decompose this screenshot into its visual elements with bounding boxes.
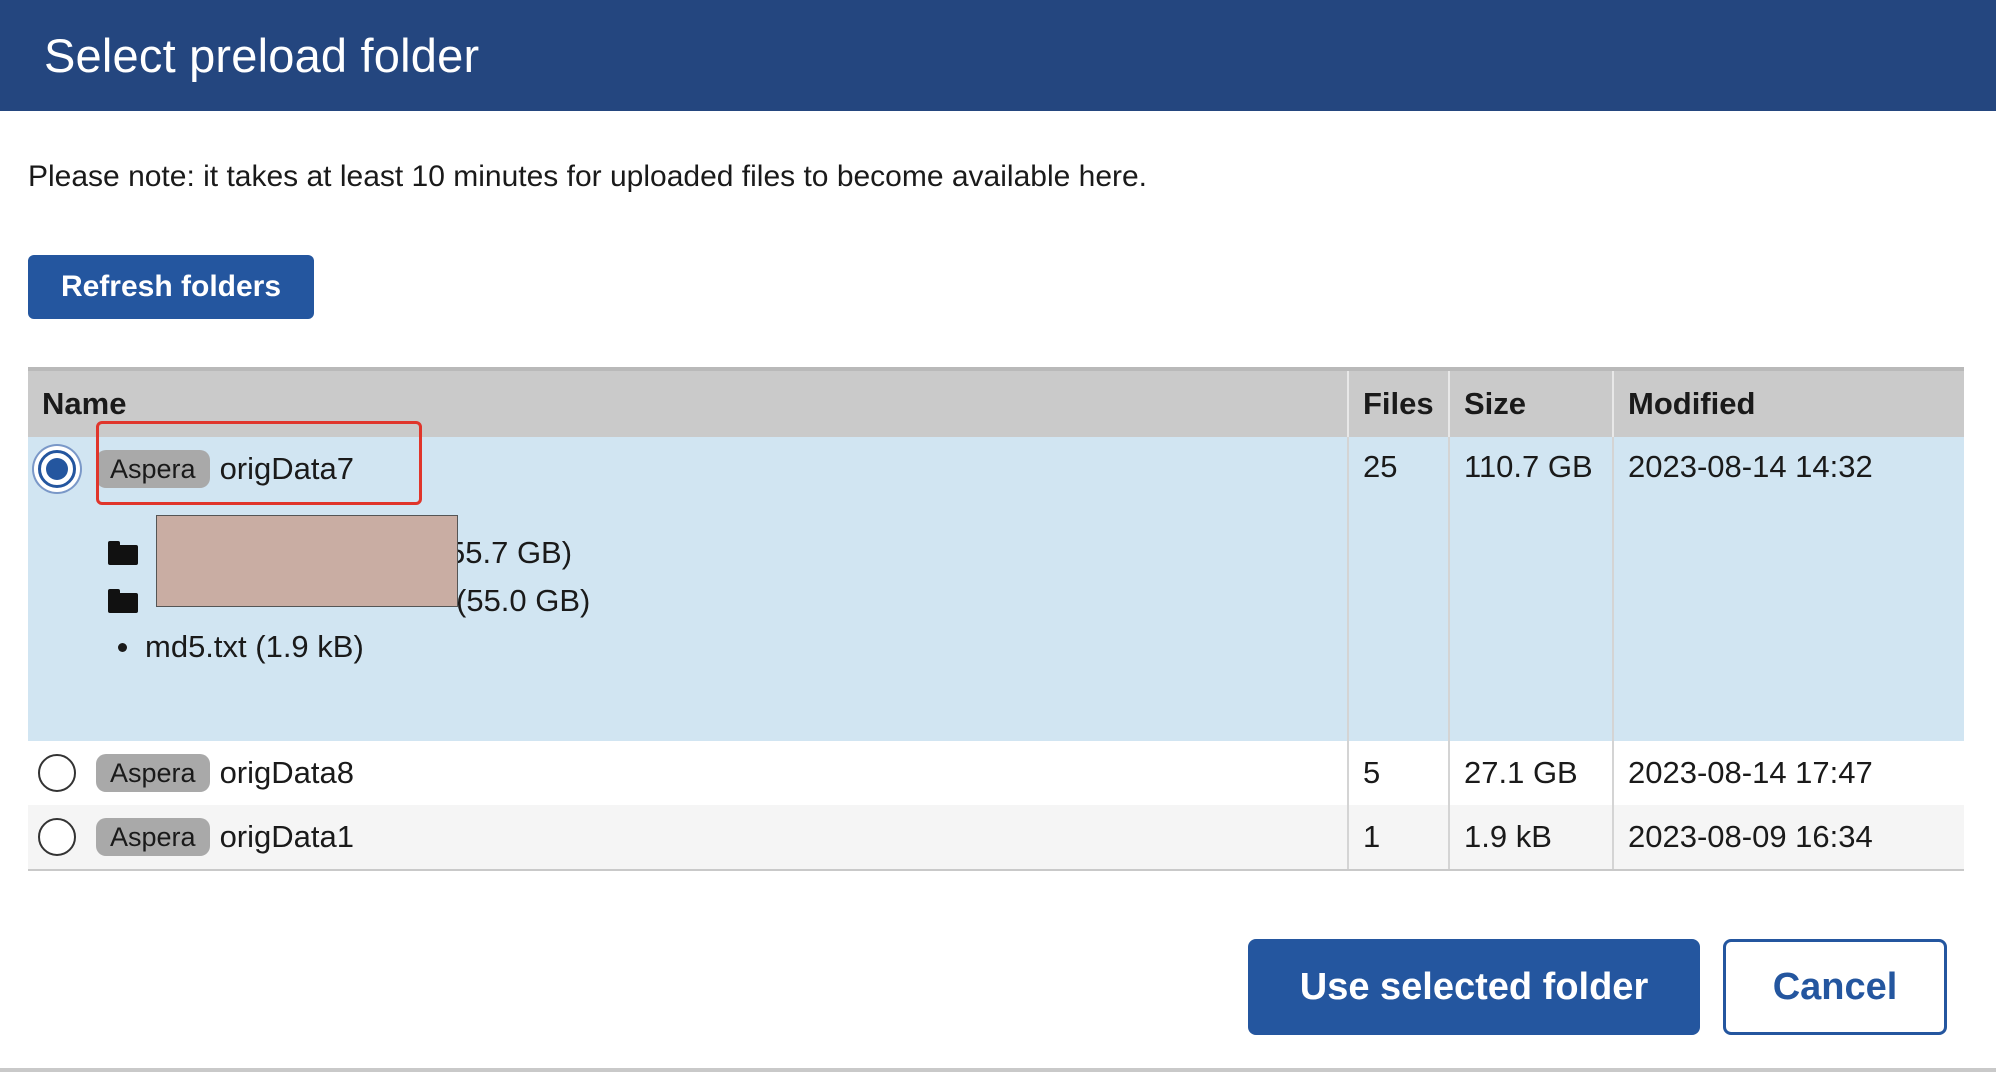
- table-row-origdata8[interactable]: Aspera origData8 5 27.1 GB 2023-08-14 17…: [28, 741, 1964, 805]
- file-label: md5.txt (1.9 kB): [145, 629, 364, 664]
- folder-icon: [108, 541, 138, 565]
- select-radio-origdata1[interactable]: [38, 818, 76, 856]
- folder-icon: [108, 589, 138, 613]
- name-cell: Aspera origData1: [28, 805, 1348, 871]
- folder-name: origData7: [219, 451, 354, 486]
- column-header-files[interactable]: Files: [1347, 369, 1449, 437]
- size-value: 110.7 GB: [1448, 437, 1613, 741]
- table-header-row: Name Files Size Modified: [28, 369, 1964, 437]
- use-selected-folder-button[interactable]: Use selected folder: [1248, 939, 1700, 1035]
- folder-name-line: Aspera origData1: [38, 805, 1333, 869]
- table-row-origdata7[interactable]: Aspera origData7 55.7 GB) (55.0 GB) md5.…: [28, 437, 1964, 741]
- dialog-header: Select preload folder: [0, 0, 1996, 111]
- aspera-badge: Aspera: [96, 754, 210, 792]
- column-header-name[interactable]: Name: [28, 369, 1348, 437]
- redacted-region: [156, 515, 458, 607]
- name-cell: Aspera origData8: [28, 741, 1348, 805]
- aspera-badge: Aspera: [96, 818, 210, 856]
- folder-contents: 55.7 GB) (55.0 GB) md5.txt (1.9 kB): [38, 501, 1333, 741]
- subfolder-size: (55.0 GB): [456, 583, 591, 618]
- modified-date: 2023-08-14 14:32: [1612, 437, 1964, 741]
- file-item: md5.txt (1.9 kB): [118, 629, 364, 665]
- preload-folder-dialog: Select preload folder Please note: it ta…: [0, 0, 1996, 1072]
- refresh-folders-button[interactable]: Refresh folders: [28, 255, 314, 319]
- availability-note: Please note: it takes at least 10 minute…: [28, 160, 1148, 193]
- aspera-badge: Aspera: [96, 450, 210, 488]
- files-count: 5: [1347, 741, 1449, 805]
- folder-name-line: Aspera origData8: [38, 741, 1333, 805]
- column-header-size[interactable]: Size: [1448, 369, 1613, 437]
- table-row-origdata1[interactable]: Aspera origData1 1 1.9 kB 2023-08-09 16:…: [28, 805, 1964, 871]
- select-radio-origdata7[interactable]: [38, 450, 76, 488]
- modified-date: 2023-08-14 17:47: [1612, 741, 1964, 805]
- files-count: 25: [1347, 437, 1449, 741]
- column-header-modified[interactable]: Modified: [1612, 369, 1964, 437]
- bullet-icon: [118, 642, 127, 652]
- modified-date: 2023-08-09 16:34: [1612, 805, 1964, 871]
- subfolder-size: 55.7 GB): [448, 535, 573, 570]
- name-cell: Aspera origData7 55.7 GB) (55.0 GB) md5.…: [28, 437, 1348, 741]
- folder-name-line: Aspera origData7: [38, 437, 1333, 501]
- select-radio-origdata8[interactable]: [38, 754, 76, 792]
- files-count: 1: [1347, 805, 1449, 871]
- cancel-button[interactable]: Cancel: [1723, 939, 1947, 1035]
- folder-name: origData8: [219, 755, 354, 790]
- dialog-title: Select preload folder: [44, 29, 480, 82]
- size-value: 27.1 GB: [1448, 741, 1613, 805]
- folders-table: Name Files Size Modified Aspera origData…: [28, 367, 1964, 871]
- size-value: 1.9 kB: [1448, 805, 1613, 871]
- folder-name: origData1: [219, 819, 354, 854]
